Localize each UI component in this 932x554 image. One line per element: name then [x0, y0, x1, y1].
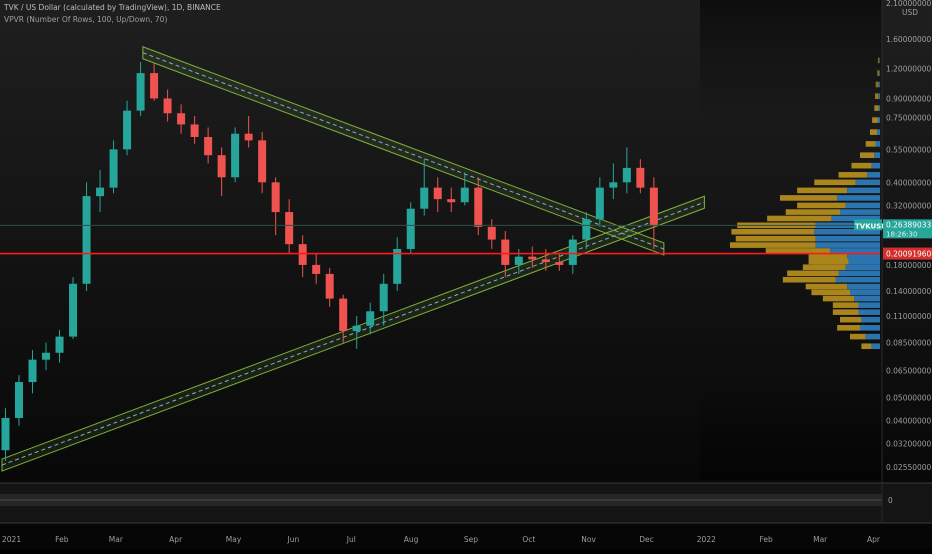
time-axis-label: Feb — [55, 535, 69, 544]
candle-body — [136, 73, 145, 111]
candle-body — [366, 311, 375, 326]
symbol-tag-label: TVKUSD — [855, 222, 887, 230]
candle-body — [109, 149, 118, 188]
price-chart[interactable]: 0 2.10000000 USD 1.60000000 1.20000000 0.9… — [0, 0, 932, 550]
candle-body — [609, 182, 618, 188]
price-axis-tick: 0.32000000 — [886, 201, 932, 210]
time-axis-label: Mar — [813, 535, 828, 544]
candle-body — [123, 110, 132, 150]
indicator-label[interactable]: VPVR (Number Of Rows, 100, Up/Down, 70) — [4, 15, 167, 24]
price-axis-tick: 0.14000000 — [886, 287, 932, 296]
price-axis-tick: 0.06500000 — [886, 366, 932, 375]
time-axis-label: 2021 — [2, 535, 21, 544]
current-price-value: 0.26389033 — [886, 220, 932, 229]
candle-body — [271, 182, 280, 213]
time-axis-label: Jul — [346, 535, 356, 544]
candle-body — [406, 208, 415, 249]
time-axis-label: Oct — [522, 535, 535, 544]
chart-title: TVK / US Dollar (calculated by TradingVi… — [4, 3, 221, 12]
candle-body — [28, 359, 37, 383]
candle-body — [487, 226, 496, 240]
time-axis-label: Nov — [581, 535, 596, 544]
candle-body — [528, 256, 537, 260]
candle-body — [244, 133, 253, 141]
candle-body — [96, 187, 105, 197]
candle-body — [595, 187, 604, 220]
price-axis-tick: 0.05000000 — [886, 393, 932, 402]
candle-body — [339, 298, 348, 332]
candle-body — [636, 167, 645, 188]
candle-body — [555, 262, 564, 265]
candle-body — [582, 219, 591, 240]
time-axis-label: Mar — [109, 535, 124, 544]
price-axis-tick: 0.03200000 — [886, 440, 932, 449]
candle-body — [514, 256, 523, 265]
time-axis-label: Jun — [287, 535, 300, 544]
candle-body — [55, 336, 64, 353]
candle-body — [325, 273, 334, 299]
price-axis-tick: 0.08500000 — [886, 339, 932, 348]
price-axis-tick: 0.18000000 — [886, 261, 932, 270]
time-axis-label: Feb — [760, 535, 774, 544]
candle-body — [298, 244, 307, 265]
candle-body — [420, 187, 429, 209]
candle-body — [541, 259, 550, 263]
candle-body — [217, 155, 226, 178]
chart-root: 0 2.10000000 USD 1.60000000 1.20000000 0.9… — [0, 0, 932, 550]
candle-body — [258, 140, 267, 183]
price-axis-top-value: 2.10000000 — [886, 0, 932, 8]
current-price-countdown: 18:26:30 — [886, 230, 917, 238]
candle-body — [379, 283, 388, 312]
candle-body — [1, 417, 10, 451]
candle-body — [163, 98, 172, 114]
candle-body — [42, 352, 51, 360]
price-axis-tick: 0.75000000 — [886, 113, 932, 122]
time-axis-label: 2022 — [697, 535, 716, 544]
time-axis-label: May — [226, 535, 242, 544]
candle-body — [474, 187, 483, 227]
candle-body — [501, 239, 510, 265]
sub-pane-zero-tick: 0 — [888, 496, 893, 505]
candle-body — [568, 239, 577, 265]
time-axis-label: Sep — [464, 535, 478, 544]
candle-body — [231, 133, 240, 178]
price-axis-tick: 0.04000000 — [886, 416, 932, 425]
price-axis-tick: 1.60000000 — [886, 35, 932, 44]
candle-body — [352, 325, 361, 332]
candle-body — [15, 382, 24, 418]
time-axis-label: Apr — [867, 535, 881, 544]
candle-body — [150, 73, 159, 99]
time-axis-label: Aug — [404, 535, 419, 544]
candle-body — [204, 136, 213, 156]
price-axis-tick: 0.90000000 — [886, 94, 932, 103]
candle-body — [190, 124, 199, 137]
price-axis-tick: 0.40000000 — [886, 178, 932, 187]
candle-body — [82, 196, 91, 284]
price-axis-tick: 1.20000000 — [886, 65, 932, 74]
price-axis-tick: 0.02550000 — [886, 463, 932, 472]
time-axis-label: Dec — [639, 535, 654, 544]
candle-body — [447, 199, 456, 203]
candle-body — [649, 187, 658, 226]
price-axis-currency: USD — [902, 8, 918, 17]
candle-body — [433, 187, 442, 200]
candle-body — [622, 167, 631, 183]
candle-body — [285, 212, 294, 245]
volume-profile-shade — [700, 0, 882, 480]
candle-body — [177, 113, 186, 125]
price-axis-tick: 0.55000000 — [886, 145, 932, 154]
price-axis-tick: 0.11000000 — [886, 312, 932, 321]
candle-body — [312, 264, 321, 274]
candle-body — [460, 187, 469, 203]
candle-body — [69, 283, 78, 337]
support-level-value: 0.20091960 — [886, 250, 932, 259]
time-axis-label: Apr — [169, 535, 183, 544]
